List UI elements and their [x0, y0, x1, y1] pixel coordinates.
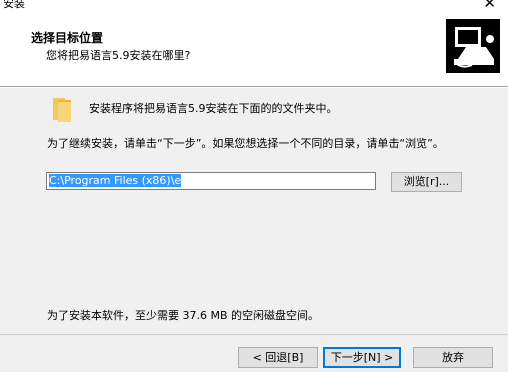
folder-icon: [52, 96, 72, 122]
next-button[interactable]: 下一步[N] >: [323, 347, 401, 368]
page-subtitle: 您将把易语言5.9安装在哪里?: [46, 49, 191, 62]
space-required-text: 为了安装本软件，至少需要 37.6 MB 的空闲磁盘空间。: [47, 309, 320, 322]
wizard-header: 选择目标位置 您将把易语言5.9安装在哪里?: [0, 12, 508, 86]
window-title: 安装: [3, 0, 25, 10]
installer-computer-icon: [446, 19, 500, 73]
close-icon[interactable]: ✕: [483, 0, 496, 11]
instruction-text: 为了继续安装，请单击“下一步”。如果您想选择一个不同的目录，请单击“浏览”。: [47, 137, 444, 150]
wizard-footer: < 回退[B] 下一步[N] > 放弃: [0, 335, 508, 372]
back-button[interactable]: < 回退[B]: [238, 347, 318, 368]
cancel-button[interactable]: 放弃: [413, 347, 493, 368]
install-path-input[interactable]: C:\Program Files (x86)\e: [46, 172, 376, 190]
page-title: 选择目标位置: [31, 31, 104, 45]
wizard-content: 安装程序将把易语言5.9安装在下面的的文件夹中。 为了继续安装，请单击“下一步”…: [0, 88, 508, 334]
folder-message: 安装程序将把易语言5.9安装在下面的的文件夹中。: [89, 102, 338, 115]
install-path-value: C:\Program Files (x86)\e: [49, 174, 182, 187]
title-bar: 安装 ✕: [0, 0, 508, 12]
browse-button[interactable]: 浏览[r]...: [391, 172, 462, 192]
